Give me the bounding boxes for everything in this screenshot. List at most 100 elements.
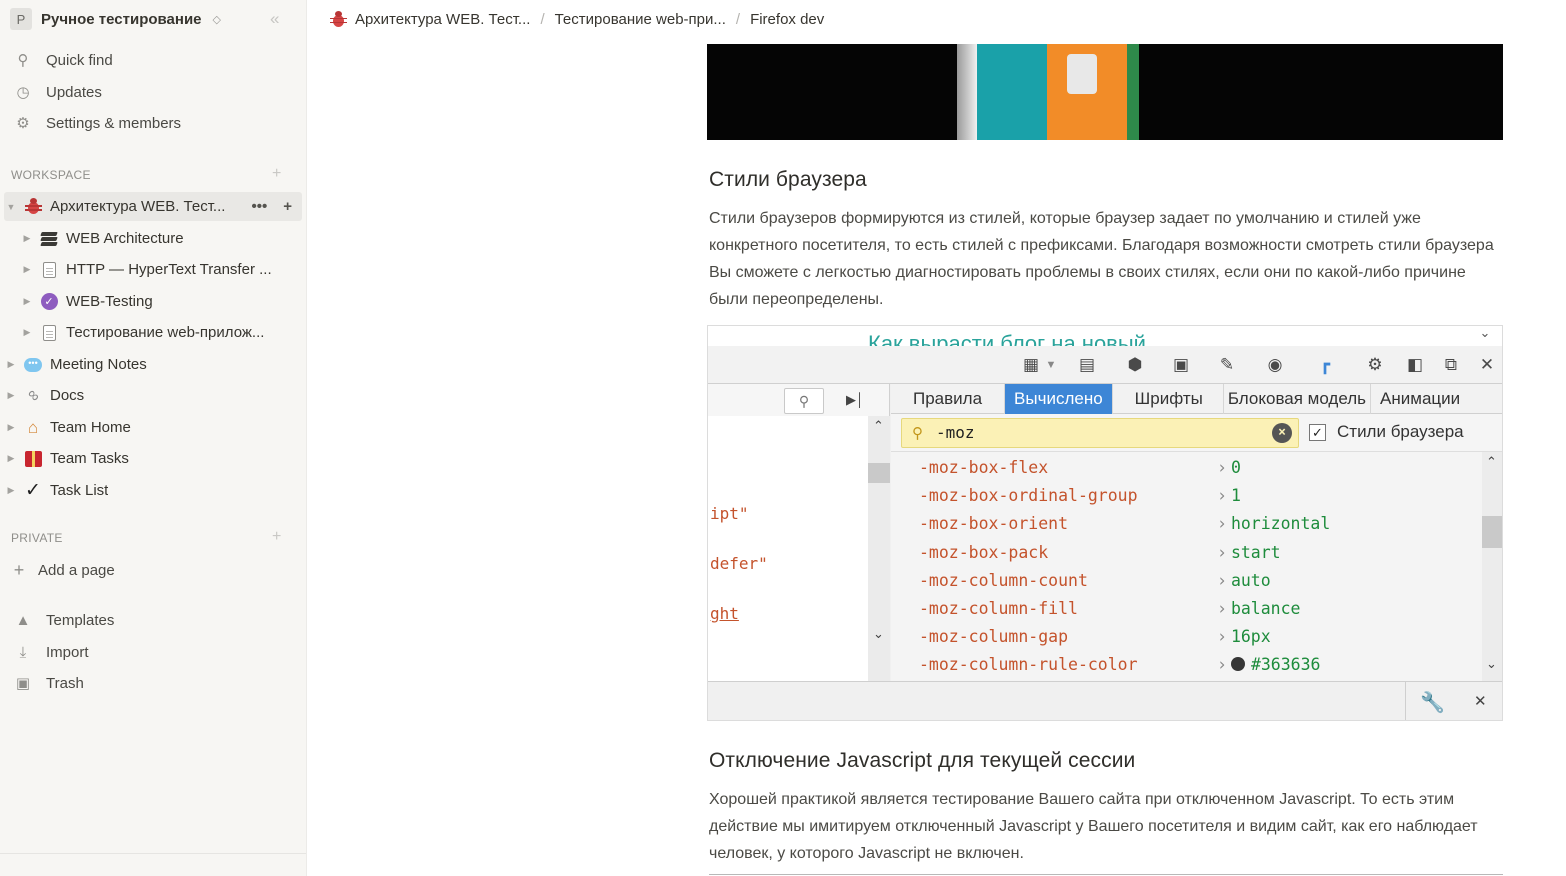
plus-icon: + — [13, 559, 25, 580]
tree-item-label: Team Home — [50, 419, 131, 436]
property-value-text: balance — [1230, 599, 1301, 618]
filter-value: -moz — [936, 423, 975, 442]
tree-item-http[interactable]: ▶ HTTP — HyperText Transfer ... — [20, 255, 302, 284]
house-icon: ⌂ — [27, 417, 39, 437]
rulers-icon: ┏ — [1319, 355, 1331, 374]
book-edge — [1127, 44, 1139, 140]
download-icon: ⤓ — [19, 643, 27, 661]
property-value: › #363636 — [1217, 655, 1321, 674]
expand-toggle-icon[interactable]: ▶ — [20, 233, 34, 244]
computed-properties: -moz-box-flex › 0 -moz-box-ordinal-group … — [891, 452, 1482, 681]
tree-item-label: Docs — [50, 387, 85, 404]
property-value: › balance — [1217, 599, 1301, 618]
workspace-switcher[interactable]: P Ручное тестирование ◇ — [10, 7, 221, 31]
expand-toggle-icon[interactable]: ▶ — [4, 390, 18, 401]
trash-label: Trash — [46, 674, 84, 692]
workspace-avatar: P — [10, 8, 32, 30]
tree-item-web-testing[interactable]: ▶ ✓ WEB-Testing — [20, 287, 302, 316]
clock-icon: ◷ — [16, 84, 30, 101]
breadcrumb-item[interactable]: Архитектура WEB. Тест... — [330, 10, 531, 28]
search-icon: ⚲ — [784, 388, 824, 414]
breadcrumb-item[interactable]: Тестирование web-при... — [555, 11, 726, 28]
private-section-title: PRIVATE — [11, 531, 63, 545]
eyedropper-icon: ✎ — [1219, 355, 1235, 374]
property-name: -moz-column-gap — [919, 627, 1069, 646]
tree-item-web-app-testing[interactable]: ▶ Тестирование web-прилож... — [20, 318, 302, 347]
breadcrumb-item[interactable]: Firefox dev — [750, 11, 824, 28]
settings-item[interactable]: ⚙ Settings & members — [8, 109, 298, 137]
property-name: -moz-box-ordinal-group — [919, 486, 1138, 505]
code-fragment: ght — [710, 604, 739, 623]
add-workspace-page-icon[interactable]: + — [272, 165, 281, 183]
add-page-label: Add a page — [38, 561, 115, 579]
chevron-up-icon: ⌃ — [1486, 454, 1497, 469]
property-name: -moz-column-fill — [919, 599, 1078, 618]
expand-toggle-icon[interactable]: ▶ — [20, 264, 34, 275]
expand-toggle-icon[interactable]: ▶ — [4, 485, 18, 496]
add-page-button[interactable]: + Add a page — [8, 556, 298, 584]
purple-check-icon: ✓ — [39, 292, 59, 312]
browser-styles-label: Стили браузера — [1337, 422, 1464, 441]
expand-toggle-icon[interactable]: ▶ — [4, 422, 18, 433]
filter-input: ⚲ -moz × — [901, 418, 1299, 448]
tree-item-label: WEB-Testing — [66, 293, 153, 310]
devtools-toolbar: ▦ ▼ ▤ ⬢ ▣ ✎ ◉ ┏ ⚙ ◧ ⧉ ✕ — [708, 346, 1502, 384]
property-value-text: #363636 — [1250, 655, 1321, 674]
tree-item-label: Team Tasks — [50, 450, 129, 467]
tree-item-label: Тестирование web-прилож... — [66, 324, 265, 341]
3d-view-icon: ⬢ — [1127, 355, 1143, 374]
breadcrumb-label: Архитектура WEB. Тест... — [355, 10, 531, 28]
tree-item-web-architecture[interactable]: ▶ WEB Architecture — [20, 224, 302, 253]
breadcrumb-separator: / — [540, 10, 545, 28]
expand-toggle-icon[interactable]: ▶ — [20, 296, 34, 307]
quick-find-item[interactable]: ⚲ Quick find — [8, 46, 298, 74]
templates-item[interactable]: ▲ Templates — [8, 606, 298, 634]
tree-item-team-tasks[interactable]: ▶ Team Tasks — [4, 444, 302, 473]
expand-toggle-icon[interactable]: ▶ — [20, 327, 34, 338]
import-label: Import — [46, 643, 89, 661]
property-value-text: horizontal — [1230, 514, 1331, 533]
property-value-text: auto — [1230, 571, 1271, 590]
tab-box-model: Блоковая модель — [1224, 384, 1372, 414]
tree-item-label: Архитектура WEB. Тест... — [50, 198, 226, 215]
close-icon: ✕ — [1479, 355, 1495, 374]
shapes-icon: ▲ — [15, 611, 31, 629]
property-value-text: start — [1230, 543, 1281, 562]
add-private-page-icon[interactable]: + — [272, 528, 281, 546]
property-name: -moz-column-rule-color — [919, 655, 1138, 674]
devtools-bottom-bar: 🔧 ✕ — [708, 681, 1502, 720]
trash-item[interactable]: ▣ Trash — [8, 669, 298, 697]
property-value: › 16px — [1217, 627, 1271, 646]
section-heading: Отключение Javascript для текущей сессии — [709, 749, 1136, 772]
tree-item-team-home[interactable]: ▶ ⌂ Team Home — [4, 413, 302, 442]
property-name: -moz-box-flex — [919, 458, 1049, 477]
tab-fonts: Шрифты — [1113, 384, 1224, 414]
add-subpage-icon[interactable]: + — [283, 198, 292, 215]
tree-item-task-list[interactable]: ▶ ✓ Task List — [4, 476, 302, 505]
tree-item-meeting-notes[interactable]: ▶ ••• Meeting Notes — [4, 350, 302, 379]
expand-toggle-icon[interactable]: ▼ — [4, 202, 18, 212]
property-value-text: 1 — [1230, 486, 1241, 505]
more-options-icon[interactable]: ••• — [251, 198, 267, 215]
scrollbar: ⌃ ⌄ — [868, 416, 890, 681]
next-image-edge — [709, 874, 1503, 875]
devtools-page-text: Как вырасти блог на новый — [708, 326, 1502, 346]
console-icon: ▤ — [1078, 355, 1096, 374]
tree-item-label: HTTP — HyperText Transfer ... — [66, 261, 272, 278]
camera-icon: ◉ — [1267, 355, 1283, 374]
tree-item-docs[interactable]: ▶ ∞ Docs — [4, 381, 302, 410]
tree-item-architecture[interactable]: ▼ Архитектура WEB. Тест... ••• + — [4, 192, 302, 221]
book-cover — [977, 44, 1047, 140]
tree-item-label: Task List — [50, 482, 109, 499]
import-item[interactable]: ⤓ Import — [8, 638, 298, 666]
code-fragment: defer" — [710, 554, 768, 573]
paperclip-icon: ∞ — [23, 385, 44, 406]
collapse-sidebar-icon[interactable]: « — [270, 9, 280, 29]
devtools-inspector-panel: Правила Вычислено Шрифты Блоковая модель… — [891, 384, 1502, 681]
scrollbar: ⌃ ⌄ — [1482, 452, 1502, 681]
expand-toggle-icon[interactable]: ▶ — [4, 453, 18, 464]
expand-toggle-icon[interactable]: ▶ — [4, 359, 18, 370]
updates-item[interactable]: ◷ Updates — [8, 78, 298, 106]
breadcrumb: Архитектура WEB. Тест... / Тестирование … — [308, 0, 1566, 38]
property-name: -moz-column-count — [919, 571, 1088, 590]
